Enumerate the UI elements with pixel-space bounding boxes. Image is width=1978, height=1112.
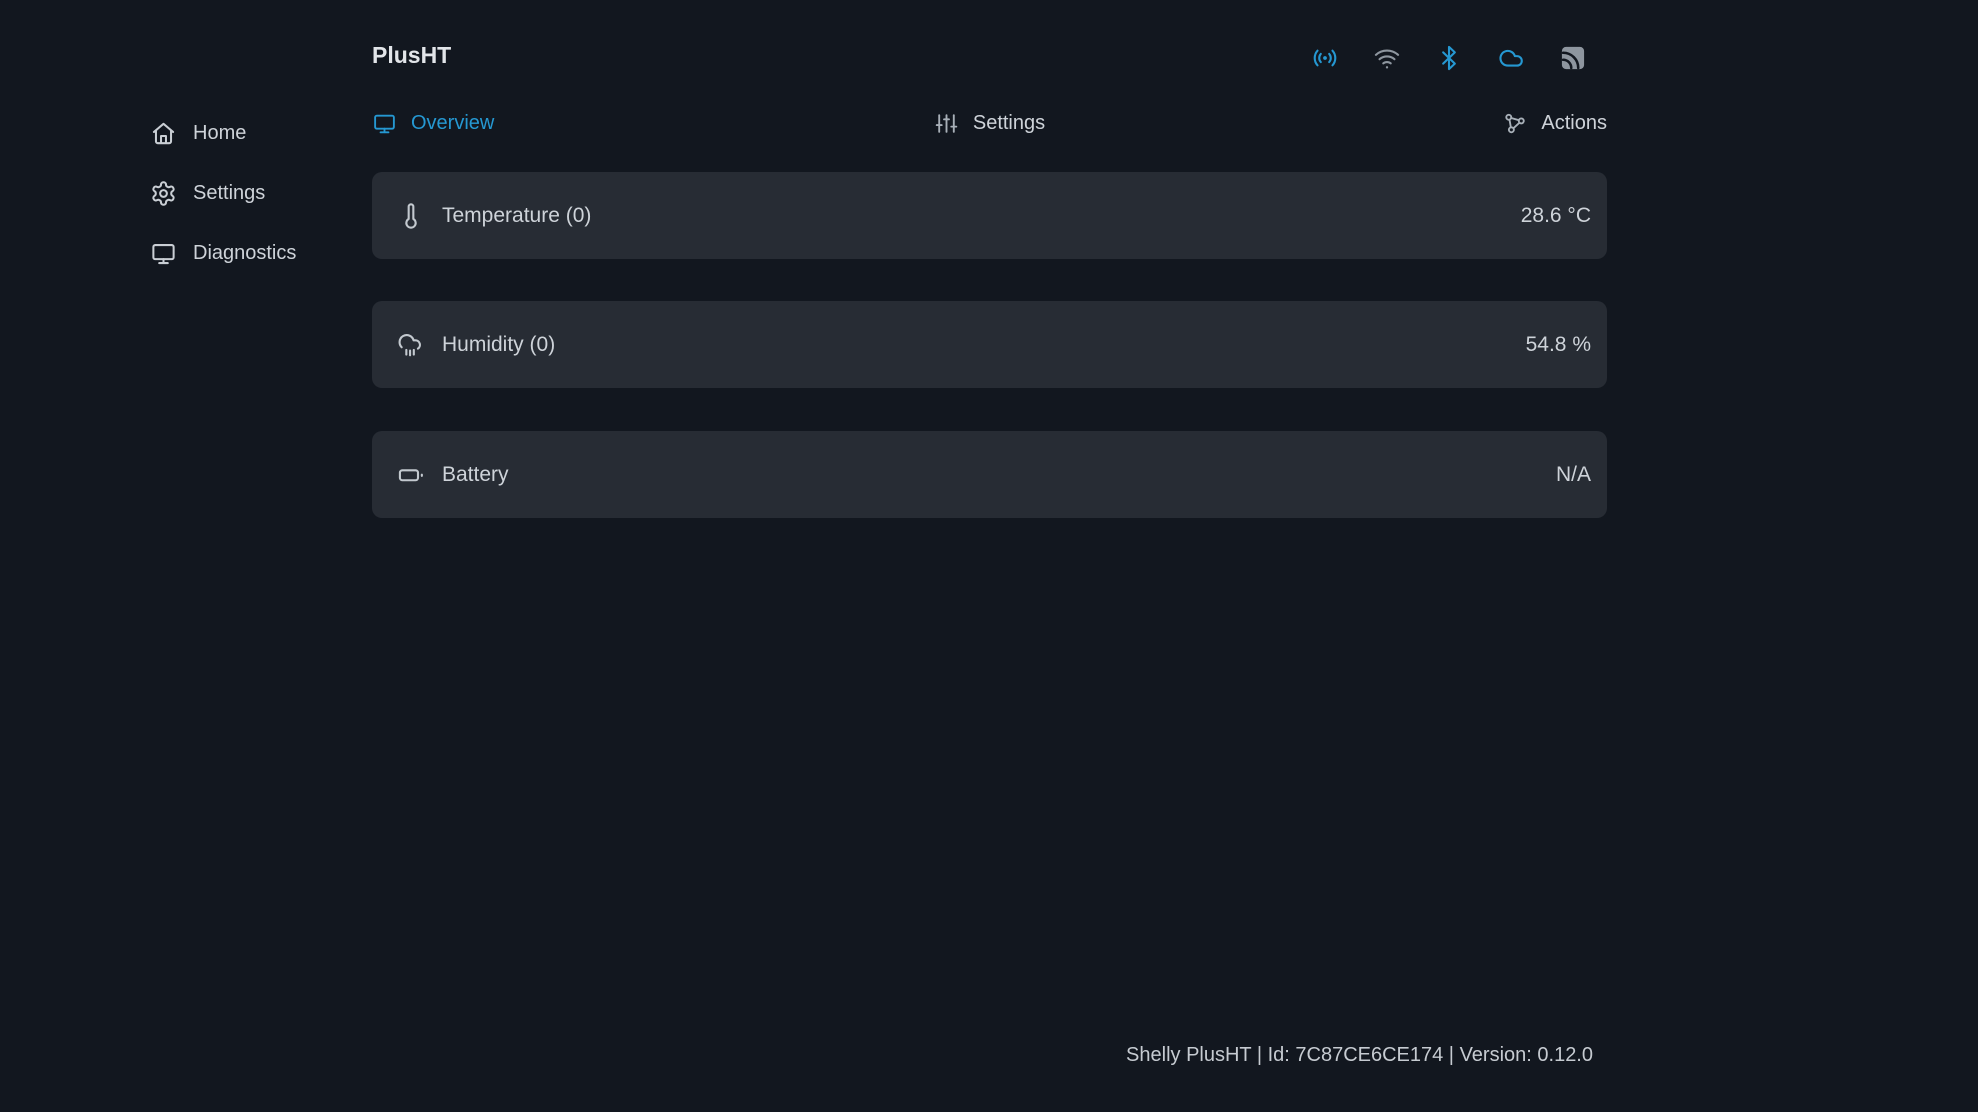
card-label: Temperature (0) [442,204,591,228]
battery-icon [397,461,425,489]
tab-overview[interactable]: Overview [372,111,494,136]
tab-label: Actions [1541,112,1607,135]
sidebar: Home Settings Diagnostics [150,103,296,283]
tab-actions[interactable]: Actions [1502,111,1607,136]
gear-icon [150,180,177,207]
sidebar-item-label: Settings [193,182,265,205]
monitor-icon [372,111,397,136]
temperature-value: 28.6 °C [1521,204,1591,228]
humidity-icon [397,331,425,359]
card-label: Humidity (0) [442,333,555,357]
home-icon [150,120,177,147]
battery-value: N/A [1556,463,1591,487]
shelly-device-page: Home Settings Diagnostics PlusHT [0,0,1978,1112]
tab-settings[interactable]: Settings [934,111,1045,136]
sidebar-item-label: Diagnostics [193,242,296,265]
thermometer-icon [397,202,425,230]
humidity-card[interactable]: Humidity (0) 54.8 % [372,301,1607,388]
access-point-icon [1311,44,1339,72]
humidity-value: 54.8 % [1526,333,1591,357]
temperature-card[interactable]: Temperature (0) 28.6 °C [372,172,1607,259]
nodes-icon [1502,111,1527,136]
monitor-icon [150,240,177,267]
sliders-icon [934,111,959,136]
tab-label: Overview [411,112,494,135]
card-label: Battery [442,463,509,487]
sidebar-item-settings[interactable]: Settings [150,163,296,223]
bluetooth-icon [1435,44,1463,72]
page-title: PlusHT [372,42,451,69]
sidebar-item-label: Home [193,122,246,145]
status-bar [1311,44,1587,72]
battery-card[interactable]: Battery N/A [372,431,1607,518]
mqtt-icon [1559,44,1587,72]
tab-bar: Overview Settings [372,108,1607,138]
sidebar-item-home[interactable]: Home [150,103,296,163]
device-info-footer: Shelly PlusHT | Id: 7C87CE6CE174 | Versi… [372,1044,1593,1067]
tab-label: Settings [973,112,1045,135]
sidebar-item-diagnostics[interactable]: Diagnostics [150,223,296,283]
cloud-icon [1497,44,1525,72]
wifi-icon [1373,44,1401,72]
